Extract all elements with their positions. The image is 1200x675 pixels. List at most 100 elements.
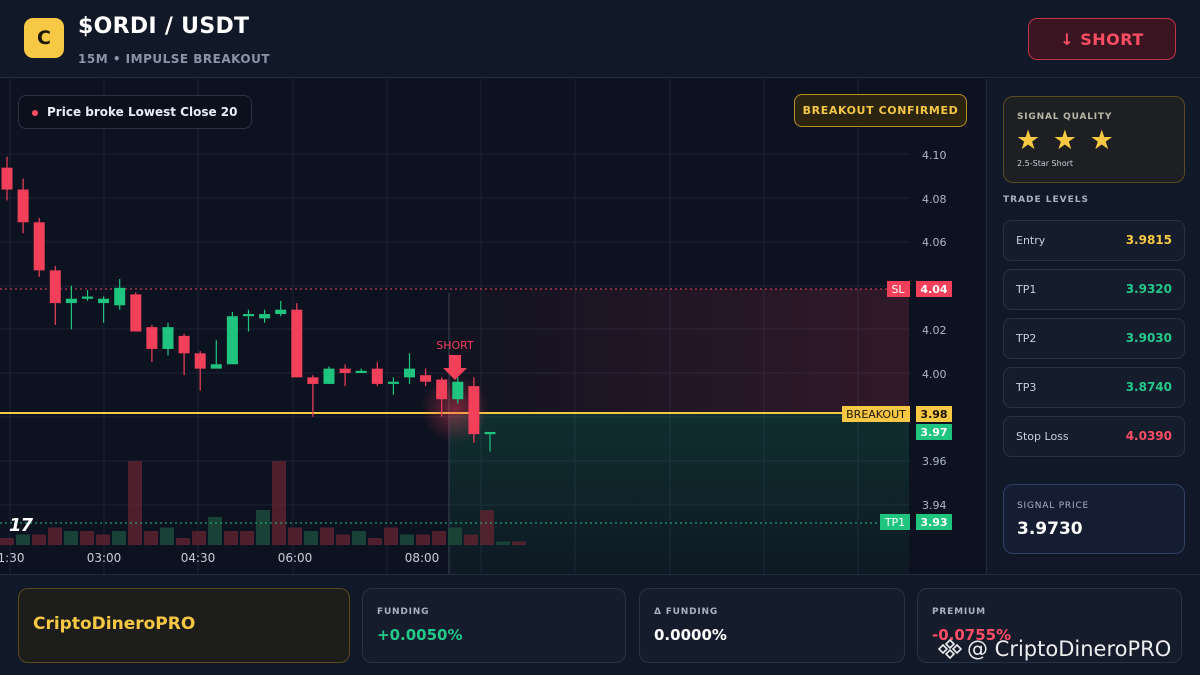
breakout-tag-label: BREAKOUT bbox=[846, 408, 906, 421]
candle-body bbox=[468, 386, 480, 435]
candle-body bbox=[420, 375, 432, 382]
candle bbox=[98, 296, 110, 323]
price-axis: 4.10 4.08 4.06 4.02 4.00 3.96 3.94 bbox=[922, 149, 947, 512]
candle-body bbox=[194, 353, 206, 369]
delta-funding-value: 0.0000% bbox=[654, 626, 727, 644]
volume-bars bbox=[0, 461, 526, 545]
candle bbox=[339, 364, 351, 387]
stop-loss-zone bbox=[449, 289, 909, 413]
signal-quality-label: SIGNAL QUALITY bbox=[1017, 112, 1113, 122]
app-root: C $ORDI / USDT 15M • IMPULSE BREAKOUT ↓ … bbox=[0, 0, 1200, 675]
candle-body bbox=[65, 298, 77, 304]
level-tp1: TP1 3.9320 bbox=[1003, 269, 1185, 310]
header: C $ORDI / USDT 15M • IMPULSE BREAKOUT ↓ … bbox=[0, 0, 1200, 78]
tp1-tag: TP1 3.93 bbox=[880, 514, 952, 530]
candle bbox=[291, 303, 303, 378]
candle-body bbox=[275, 309, 287, 315]
signal-panel: SIGNAL QUALITY ★ ★ ★ 2.5-Star Short TRAD… bbox=[986, 79, 1200, 574]
candle-body bbox=[162, 327, 174, 349]
candle bbox=[114, 279, 126, 310]
volume-bar bbox=[112, 531, 126, 545]
candle bbox=[371, 362, 383, 387]
candle-body bbox=[484, 431, 496, 435]
candle-body bbox=[178, 335, 190, 354]
y-tick-label: 4.10 bbox=[922, 149, 947, 162]
x-tick-label: 04:30 bbox=[181, 551, 216, 565]
premium-label: PREMIUM bbox=[932, 607, 986, 617]
volume-bar bbox=[0, 538, 14, 545]
time-axis: 1:30 03:00 04:30 06:00 08:00 bbox=[0, 551, 439, 565]
candle bbox=[1, 156, 13, 201]
volume-bar bbox=[192, 531, 206, 545]
sl-tag-label: SL bbox=[891, 283, 905, 296]
candle-body bbox=[307, 377, 319, 384]
volume-bar bbox=[240, 531, 254, 545]
candle-body bbox=[371, 368, 383, 384]
tp1-tag-label: TP1 bbox=[884, 516, 905, 529]
volume-bar bbox=[80, 531, 94, 545]
candle bbox=[162, 322, 174, 356]
candle bbox=[226, 311, 238, 365]
signal-price-value: 3.9730 bbox=[1017, 519, 1083, 539]
volume-bar bbox=[496, 541, 510, 545]
volume-bar bbox=[352, 531, 366, 545]
volume-bar bbox=[304, 531, 318, 545]
candle-body bbox=[243, 314, 254, 317]
volume-bar bbox=[288, 527, 302, 545]
sl-tag-value: 4.04 bbox=[920, 283, 947, 296]
current-price-tag: 3.97 bbox=[916, 424, 952, 440]
candle bbox=[82, 290, 93, 301]
candle bbox=[468, 377, 480, 443]
level-value: 3.9030 bbox=[1125, 331, 1172, 345]
candle-body bbox=[130, 294, 142, 332]
level-stop-loss: Stop Loss 4.0390 bbox=[1003, 416, 1185, 457]
volume-bar bbox=[208, 517, 222, 545]
volume-bar bbox=[448, 527, 462, 545]
level-value: 3.8740 bbox=[1125, 380, 1172, 394]
y-tick-label: 4.02 bbox=[922, 324, 947, 337]
volume-bar bbox=[384, 527, 398, 545]
volume-bar bbox=[32, 534, 46, 545]
volume-bar bbox=[128, 461, 142, 545]
coin-logo: C bbox=[24, 18, 64, 58]
volume-bar bbox=[368, 538, 382, 545]
candle-body bbox=[17, 189, 29, 223]
y-tick-label: 4.06 bbox=[922, 236, 947, 249]
short-signal-button[interactable]: ↓ SHORT bbox=[1028, 18, 1176, 60]
level-name: TP2 bbox=[1016, 332, 1037, 345]
y-tick-label: 4.08 bbox=[922, 193, 947, 206]
candle bbox=[259, 309, 271, 323]
candle-body bbox=[436, 379, 448, 400]
condition-badge: Price broke Lowest Close 20 bbox=[18, 95, 253, 129]
timeframe-subtitle: 15M • IMPULSE BREAKOUT bbox=[78, 52, 271, 66]
candle bbox=[323, 366, 335, 384]
price-chart[interactable]: SHORT 4.10 4.08 4.06 4.02 4.00 3.96 3.94 1:30 0… bbox=[0, 79, 985, 574]
signal-price-label: SIGNAL PRICE bbox=[1017, 501, 1090, 511]
candle bbox=[243, 309, 254, 332]
level-name: Stop Loss bbox=[1016, 430, 1069, 443]
tradingview-logo-icon[interactable]: 17 bbox=[9, 515, 33, 536]
volume-bar bbox=[512, 541, 526, 545]
volume-bar bbox=[272, 461, 286, 545]
candle-body bbox=[404, 368, 415, 378]
candle bbox=[17, 178, 29, 234]
candle bbox=[130, 292, 142, 332]
candle-body bbox=[49, 270, 61, 304]
volume-bar bbox=[48, 527, 62, 545]
brand-name: CriptoDineroPRO bbox=[33, 614, 196, 634]
candle-body bbox=[1, 167, 13, 190]
volume-bar bbox=[480, 510, 494, 545]
volume-bar bbox=[336, 534, 350, 545]
candle-body bbox=[355, 370, 367, 373]
level-value: 3.9815 bbox=[1125, 233, 1172, 247]
funding-card: FUNDING +0.0050% bbox=[362, 588, 626, 663]
candle bbox=[178, 333, 190, 376]
candle-body bbox=[226, 316, 238, 365]
candle-body bbox=[114, 287, 126, 306]
level-name: TP3 bbox=[1016, 381, 1037, 394]
x-tick-label: 03:00 bbox=[87, 551, 122, 565]
signal-price-card: SIGNAL PRICE 3.9730 bbox=[1003, 484, 1185, 554]
volume-bar bbox=[320, 527, 334, 545]
y-tick-label: 4.00 bbox=[922, 368, 947, 381]
candle bbox=[33, 217, 45, 277]
